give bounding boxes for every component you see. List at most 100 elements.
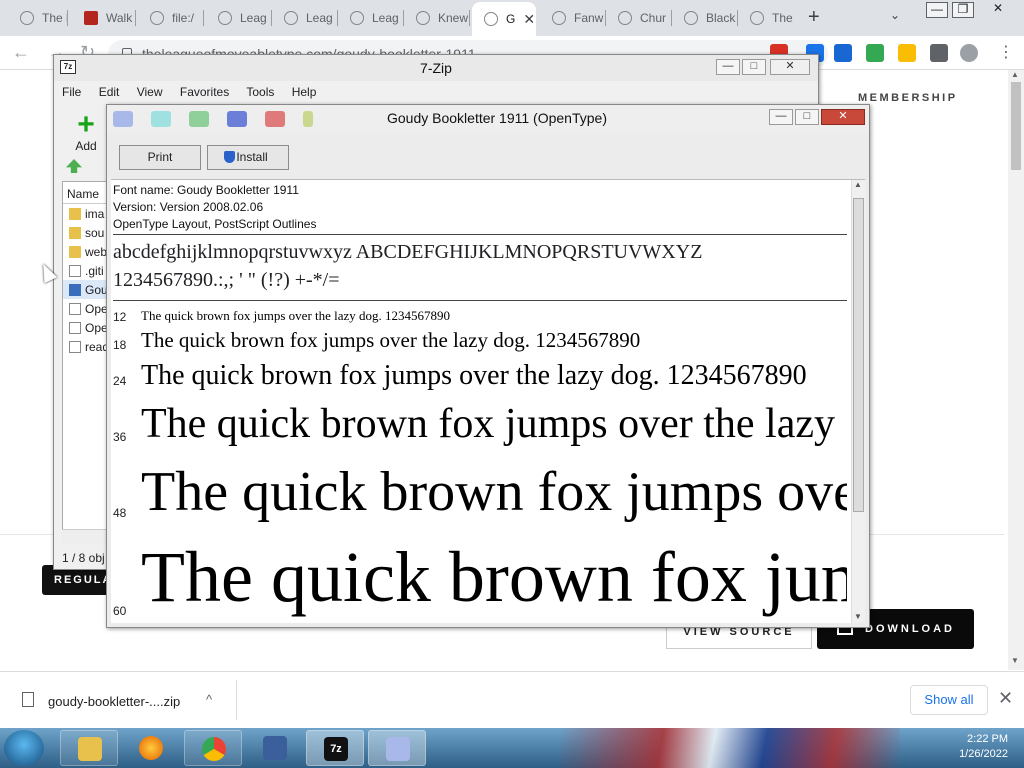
- 7zip-menubar: File Edit View Favorites Tools Help: [62, 85, 818, 105]
- browser-tab-active[interactable]: G ✕: [472, 2, 536, 36]
- download-shelf: goudy-bookletter-....zip ^ Show all ✕: [0, 671, 1024, 728]
- file-icon: [69, 302, 81, 315]
- wallpaper-flag-art: [560, 728, 900, 768]
- site-favicon-icon: [552, 11, 566, 25]
- clock-time: 2:22 PM: [967, 733, 1008, 745]
- scroll-up-icon[interactable]: ▲: [1011, 70, 1019, 79]
- folder-up-icon[interactable]: [66, 159, 82, 173]
- restore-button[interactable]: ❐: [952, 2, 974, 18]
- sample-text: The quick brown fox jumps over the lazy …: [141, 328, 641, 352]
- nav-membership-link[interactable]: MEMBERSHIP: [858, 92, 958, 104]
- sample-size: 60: [113, 604, 127, 618]
- font-viewer-titlebar[interactable]: Goudy Bookletter 1911 (OpenType) — □ ✕: [107, 105, 869, 133]
- status-bar-text: 1 / 8 obj: [62, 551, 105, 565]
- print-button[interactable]: Print: [119, 145, 201, 170]
- profile-avatar-icon[interactable]: [960, 44, 978, 62]
- page-scrollbar[interactable]: ▲ ▼: [1008, 70, 1024, 670]
- minimize-button[interactable]: —: [769, 109, 793, 125]
- 7zip-taskbar-button[interactable]: 7z: [306, 730, 364, 766]
- virtualbox-icon: [263, 736, 287, 760]
- menu-tools[interactable]: Tools: [246, 85, 274, 99]
- 7zip-icon: 7z: [324, 737, 348, 761]
- file-icon: [69, 321, 81, 334]
- menu-file[interactable]: File: [62, 85, 81, 99]
- browser-tab[interactable]: Chur: [606, 4, 672, 32]
- sample-row: 12 The quick brown fox jumps over the laz…: [111, 306, 847, 326]
- close-button[interactable]: ✕: [821, 109, 865, 125]
- install-label: Install: [236, 150, 268, 164]
- google-drive-icon[interactable]: [898, 44, 916, 62]
- divider: [113, 234, 847, 235]
- start-button[interactable]: [4, 730, 44, 766]
- system-tray[interactable]: 2:22 PM 1/26/2022: [908, 732, 1024, 766]
- 7zip-titlebar[interactable]: 7z 7-Zip — □ ✕: [54, 55, 818, 81]
- sample-size: 12: [113, 310, 127, 324]
- font-preview-area: Font name: Goudy Bookletter 1911 Version…: [111, 179, 865, 623]
- back-arrow-icon[interactable]: ←: [12, 42, 30, 63]
- browser-tab[interactable]: Fanw: [540, 4, 606, 32]
- show-all-button[interactable]: Show all: [910, 685, 988, 715]
- browser-tab[interactable]: Leag: [206, 4, 272, 32]
- scroll-down-icon[interactable]: ▼: [1011, 656, 1019, 665]
- chevron-up-icon[interactable]: ^: [206, 692, 212, 707]
- firefox-icon: [139, 736, 163, 760]
- firefox-taskbar-button[interactable]: [122, 730, 178, 766]
- file-name: Gou: [85, 282, 108, 297]
- font-name-text: Font name: Goudy Bookletter 1911: [113, 183, 299, 197]
- browser-tab[interactable]: Leag: [272, 4, 338, 32]
- browser-tab[interactable]: The: [738, 4, 800, 32]
- tab-close-icon[interactable]: ✕: [523, 11, 535, 28]
- scroll-thumb[interactable]: [853, 198, 864, 512]
- file-name: Ope: [85, 301, 108, 316]
- download-filename[interactable]: goudy-bookletter-....zip: [48, 694, 180, 709]
- browser-tab[interactable]: Black: [672, 4, 738, 32]
- menu-edit[interactable]: Edit: [99, 85, 120, 99]
- folder-icon: [69, 245, 81, 258]
- browser-tab[interactable]: The l: [8, 4, 68, 32]
- close-button[interactable]: ✕: [770, 59, 810, 75]
- menu-kebab-icon[interactable]: ⋮: [998, 42, 1014, 62]
- font-viewer-taskbar-button[interactable]: [368, 730, 426, 766]
- window-title: Goudy Bookletter 1911 (OpenType): [387, 110, 607, 126]
- puzzle-extensions-icon[interactable]: [930, 44, 948, 62]
- tab-label: Walk: [106, 11, 133, 25]
- windows-taskbar: 7z 2:22 PM 1/26/2022: [0, 728, 1024, 768]
- tab-label: Knew: [438, 11, 469, 25]
- maximize-button[interactable]: □: [795, 109, 819, 125]
- add-button[interactable]: + Add: [66, 110, 106, 154]
- minimize-button[interactable]: —: [926, 2, 948, 18]
- decor-icon: [227, 111, 247, 127]
- sample-size: 24: [113, 374, 127, 388]
- virtualbox-taskbar-button[interactable]: [246, 730, 302, 766]
- close-browser-button[interactable]: ✕: [986, 2, 1010, 18]
- browser-tab[interactable]: Knew: [404, 4, 470, 32]
- uac-shield-icon: [224, 151, 235, 163]
- minimize-button[interactable]: —: [716, 59, 740, 75]
- explorer-taskbar-button[interactable]: [60, 730, 118, 766]
- close-icon[interactable]: ✕: [998, 688, 1013, 709]
- browser-tab[interactable]: Leag: [338, 4, 404, 32]
- site-favicon-icon: [416, 11, 430, 25]
- sample-row: 18 The quick brown fox jumps over the laz…: [111, 326, 847, 356]
- new-tab-button[interactable]: +: [808, 6, 820, 29]
- scroll-thumb[interactable]: [1011, 82, 1021, 170]
- menu-favorites[interactable]: Favorites: [180, 85, 229, 99]
- extension-icon[interactable]: [866, 44, 884, 62]
- tab-search-chevron-icon[interactable]: ⌄: [890, 8, 900, 22]
- install-button[interactable]: Install: [207, 145, 289, 170]
- scroll-down-icon[interactable]: ▼: [854, 612, 862, 621]
- menu-view[interactable]: View: [137, 85, 163, 99]
- maximize-button[interactable]: □: [742, 59, 766, 75]
- browser-tab[interactable]: file:/: [138, 4, 204, 32]
- browser-tab[interactable]: Walk: [72, 4, 136, 32]
- file-name: web: [85, 244, 108, 259]
- menu-help[interactable]: Help: [292, 85, 317, 99]
- extension-icon[interactable]: [834, 44, 852, 62]
- scroll-up-icon[interactable]: ▲: [854, 180, 862, 189]
- vertical-scrollbar[interactable]: ▲ ▼: [851, 180, 865, 623]
- decor-icon: [189, 111, 209, 127]
- sample-row: 48 The quick brown fox jumps over the laz…: [111, 454, 847, 530]
- add-label: Add: [75, 139, 97, 153]
- chrome-icon: [202, 737, 226, 761]
- chrome-taskbar-button[interactable]: [184, 730, 242, 766]
